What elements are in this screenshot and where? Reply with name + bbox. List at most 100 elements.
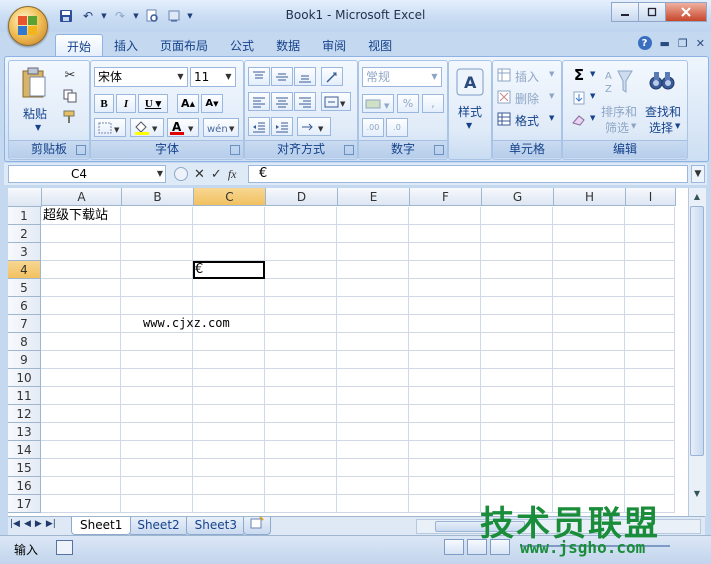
- row-header-17[interactable]: 17: [8, 495, 41, 513]
- cell-g8[interactable]: [481, 333, 553, 351]
- sort-filter-icon[interactable]: AZ: [605, 67, 635, 97]
- cell-h16[interactable]: [553, 477, 625, 495]
- cell-e7[interactable]: [337, 315, 409, 333]
- align-left-button[interactable]: [248, 92, 270, 111]
- sort-filter-label-line1[interactable]: 排序和: [601, 103, 637, 120]
- cell-h1[interactable]: [553, 207, 625, 225]
- cell-b13[interactable]: [121, 423, 193, 441]
- cell-a16[interactable]: [41, 477, 121, 495]
- format-cells-dropdown-icon[interactable]: ▼: [549, 114, 554, 122]
- cell-f9[interactable]: [409, 351, 481, 369]
- bold-button[interactable]: B: [94, 94, 114, 113]
- font-color-button[interactable]: A ▼: [167, 118, 199, 137]
- cell-b12[interactable]: [121, 405, 193, 423]
- cell-i8[interactable]: [625, 333, 675, 351]
- cell-c8[interactable]: [193, 333, 265, 351]
- underline-button[interactable]: U ▾: [138, 94, 168, 113]
- cell-h4[interactable]: [553, 261, 625, 279]
- cell-d12[interactable]: [265, 405, 337, 423]
- cancel-entry-icon[interactable]: ✕: [194, 167, 205, 182]
- cell-d1[interactable]: [265, 207, 337, 225]
- cell-g15[interactable]: [481, 459, 553, 477]
- cell-c16[interactable]: [193, 477, 265, 495]
- cell-a15[interactable]: [41, 459, 121, 477]
- sheet-tab-sheet1[interactable]: Sheet1: [71, 517, 132, 535]
- insert-cells-button[interactable]: 插入: [515, 68, 539, 85]
- font-name-select[interactable]: 宋体 ▼: [94, 67, 188, 87]
- close-button[interactable]: [665, 2, 707, 22]
- cell-e10[interactable]: [337, 369, 409, 387]
- cell-f4[interactable]: [409, 261, 481, 279]
- insert-cells-dropdown-icon[interactable]: ▼: [549, 70, 554, 78]
- cell-f6[interactable]: [409, 297, 481, 315]
- cell-d13[interactable]: [265, 423, 337, 441]
- number-format-select[interactable]: 常规 ▼: [362, 67, 442, 87]
- alignment-launcher-icon[interactable]: [344, 145, 354, 155]
- cell-c17[interactable]: [193, 495, 265, 513]
- cell-b3[interactable]: [121, 243, 193, 261]
- format-painter-icon[interactable]: [61, 109, 79, 125]
- cell-b17[interactable]: [121, 495, 193, 513]
- sheet-tab-sheet2[interactable]: Sheet2: [128, 517, 189, 535]
- cell-g7[interactable]: [481, 315, 553, 333]
- autosum-dropdown-icon[interactable]: ▼: [590, 70, 595, 78]
- cell-g1[interactable]: [481, 207, 553, 225]
- cell-a13[interactable]: [41, 423, 121, 441]
- cell-i3[interactable]: [625, 243, 675, 261]
- cell-a9[interactable]: [41, 351, 121, 369]
- row-header-16[interactable]: 16: [8, 477, 41, 495]
- styles-icon[interactable]: A: [455, 67, 485, 97]
- insert-sheet-button[interactable]: [242, 516, 271, 535]
- row-header-11[interactable]: 11: [8, 387, 41, 405]
- cell-c5[interactable]: [193, 279, 265, 297]
- row-header-10[interactable]: 10: [8, 369, 41, 387]
- cell-a5[interactable]: [41, 279, 121, 297]
- column-header-i[interactable]: I: [626, 188, 676, 206]
- cell-g12[interactable]: [481, 405, 553, 423]
- cell-h5[interactable]: [553, 279, 625, 297]
- select-all-corner[interactable]: [8, 188, 42, 207]
- cell-a10[interactable]: [41, 369, 121, 387]
- clear-icon[interactable]: [569, 111, 589, 129]
- row-header-13[interactable]: 13: [8, 423, 41, 441]
- column-header-d[interactable]: D: [266, 188, 338, 206]
- delete-cells-dropdown-icon[interactable]: ▼: [549, 92, 554, 100]
- vertical-scroll-thumb[interactable]: [690, 206, 704, 456]
- row-header-3[interactable]: 3: [8, 243, 41, 261]
- tab-data[interactable]: 数据: [265, 34, 311, 56]
- find-select-dropdown-icon[interactable]: ▼: [675, 122, 680, 130]
- fill-color-button[interactable]: ▼: [130, 118, 164, 137]
- tab-formulas[interactable]: 公式: [219, 34, 265, 56]
- cell-d4[interactable]: [265, 261, 337, 279]
- column-header-f[interactable]: F: [410, 188, 482, 206]
- cell-c15[interactable]: [193, 459, 265, 477]
- last-sheet-icon[interactable]: ▶|: [46, 519, 56, 529]
- percent-button[interactable]: %: [397, 94, 419, 113]
- cell-i12[interactable]: [625, 405, 675, 423]
- cell-a14[interactable]: [41, 441, 121, 459]
- cell-i10[interactable]: [625, 369, 675, 387]
- clear-dropdown-icon[interactable]: ▼: [590, 114, 595, 122]
- cell-h10[interactable]: [553, 369, 625, 387]
- cell-e3[interactable]: [337, 243, 409, 261]
- cell-h6[interactable]: [553, 297, 625, 315]
- align-right-button[interactable]: [294, 92, 316, 111]
- cell-g4[interactable]: [481, 261, 553, 279]
- cell-i6[interactable]: [625, 297, 675, 315]
- cell-h11[interactable]: [553, 387, 625, 405]
- cell-h9[interactable]: [553, 351, 625, 369]
- cell-f14[interactable]: [409, 441, 481, 459]
- currency-format-button[interactable]: ▼: [362, 94, 394, 113]
- column-header-h[interactable]: H: [554, 188, 626, 206]
- cell-c2[interactable]: [193, 225, 265, 243]
- sheet-tab-sheet3[interactable]: Sheet3: [185, 517, 246, 535]
- name-box[interactable]: C4 ▼: [8, 165, 166, 183]
- cell-h13[interactable]: [553, 423, 625, 441]
- cell-d2[interactable]: [265, 225, 337, 243]
- phonetic-button[interactable]: wén ▼: [203, 118, 239, 137]
- cell-g11[interactable]: [481, 387, 553, 405]
- next-sheet-icon[interactable]: ▶: [35, 519, 42, 529]
- cell-h8[interactable]: [553, 333, 625, 351]
- cell-f15[interactable]: [409, 459, 481, 477]
- insert-function-icon[interactable]: fx: [228, 167, 237, 182]
